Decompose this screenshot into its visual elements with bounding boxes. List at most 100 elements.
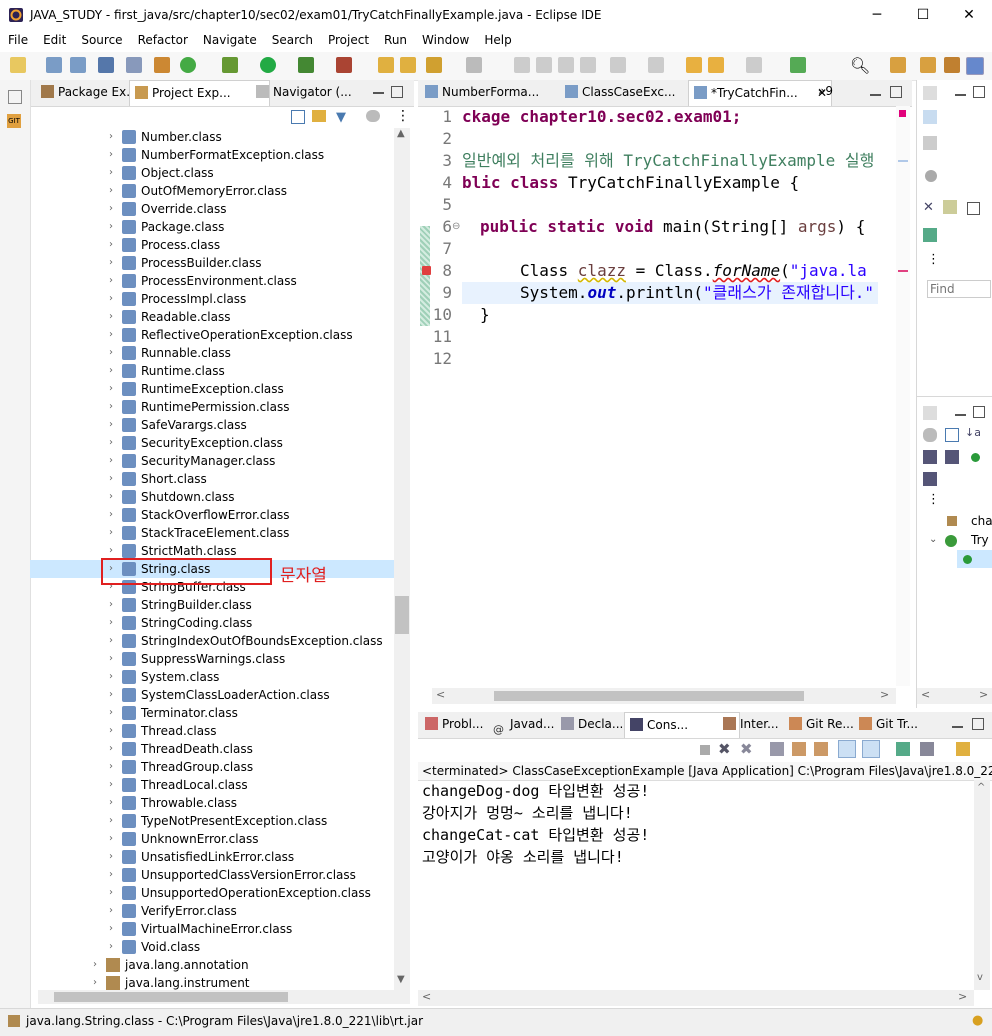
- expand-chevron-icon[interactable]: ›: [106, 830, 116, 848]
- link-icon[interactable]: [943, 200, 957, 214]
- terminal-icon[interactable]: [98, 57, 114, 73]
- tree-item-class[interactable]: › ProcessBuilder.class: [30, 254, 394, 272]
- console-vertical-scrollbar[interactable]: ^ v: [974, 780, 990, 990]
- expand-chevron-icon[interactable]: ›: [106, 200, 116, 218]
- selected-method-row[interactable]: [957, 550, 992, 568]
- expand-chevron-icon[interactable]: ›: [106, 848, 116, 866]
- expand-chevron-icon[interactable]: ›: [106, 632, 116, 650]
- tree-item-class[interactable]: › Runnable.class: [30, 344, 394, 362]
- new-task-icon[interactable]: [923, 110, 937, 124]
- tree-item-class[interactable]: › Runtime.class: [30, 362, 394, 380]
- link-with-editor-icon[interactable]: [312, 110, 326, 122]
- show-on-stderr-icon[interactable]: [862, 740, 880, 758]
- expand-chevron-icon[interactable]: ›: [106, 380, 116, 398]
- menu-help[interactable]: Help: [476, 30, 518, 52]
- block-icon[interactable]: [558, 57, 574, 73]
- tree-item-class[interactable]: › UnsupportedOperationException.class: [30, 884, 394, 902]
- remove-all-icon[interactable]: ✖: [740, 740, 753, 758]
- tree-item-class[interactable]: › ThreadGroup.class: [30, 758, 394, 776]
- expand-chevron-icon[interactable]: ›: [106, 254, 116, 272]
- tree-item-class[interactable]: › StringCoding.class: [30, 614, 394, 632]
- search-tool-icon[interactable]: [426, 57, 442, 73]
- menu-icon[interactable]: ⋮: [927, 252, 940, 267]
- forward-icon[interactable]: [746, 57, 762, 73]
- git-icon[interactable]: GIT: [7, 114, 21, 128]
- tree-item-class[interactable]: › SafeVarargs.class: [30, 416, 394, 434]
- git-status-icon[interactable]: [366, 110, 380, 122]
- hide-static-icon[interactable]: [945, 428, 959, 442]
- tree-item-class[interactable]: › VerifyError.class: [30, 902, 394, 920]
- expand-chevron-icon[interactable]: ›: [106, 146, 116, 164]
- expand-chevron-icon[interactable]: ›: [106, 182, 116, 200]
- pin-console-icon[interactable]: [896, 742, 910, 756]
- scroll-up-icon[interactable]: ▲: [397, 128, 405, 139]
- display-console-icon[interactable]: [920, 742, 934, 756]
- view-toggle-icon[interactable]: [967, 202, 980, 215]
- scroll-down-icon[interactable]: v: [977, 972, 983, 983]
- tree-item-class[interactable]: › ThreadDeath.class: [30, 740, 394, 758]
- tree-item-class[interactable]: › Throwable.class: [30, 794, 394, 812]
- outline-item-class[interactable]: Try: [971, 533, 989, 547]
- expand-chevron-icon[interactable]: ›: [106, 920, 116, 938]
- annotation-icon[interactable]: [466, 57, 482, 73]
- coverage-icon[interactable]: [298, 57, 314, 73]
- sort-icon[interactable]: ↓a: [965, 426, 981, 439]
- more-tabs-button[interactable]: »9: [818, 84, 833, 98]
- tree-item-package[interactable]: › java.lang.instrument: [30, 974, 394, 990]
- build-icon[interactable]: [154, 57, 170, 73]
- tree-item-class[interactable]: › Process.class: [30, 236, 394, 254]
- expand-chevron-icon[interactable]: ›: [106, 236, 116, 254]
- expand-chevron-icon[interactable]: ›: [106, 524, 116, 542]
- hide-fields-icon[interactable]: [923, 428, 937, 442]
- tree-item-class[interactable]: › RuntimeException.class: [30, 380, 394, 398]
- tree-item-class[interactable]: › Short.class: [30, 470, 394, 488]
- expand-chevron-icon[interactable]: ›: [106, 344, 116, 362]
- tree-item-class[interactable]: › Object.class: [30, 164, 394, 182]
- menu-search[interactable]: Search: [264, 30, 320, 52]
- tree-item-class[interactable]: › Shutdown.class: [30, 488, 394, 506]
- tree-item-class[interactable]: › System.class: [30, 668, 394, 686]
- word-wrap-icon[interactable]: [814, 742, 828, 756]
- tree-vertical-scrollbar[interactable]: ▲ ▼: [394, 128, 410, 990]
- java-ee-perspective-icon[interactable]: [920, 57, 936, 73]
- prev-annotation-icon[interactable]: [648, 57, 664, 73]
- tree-item-class[interactable]: › UnsatisfiedLinkError.class: [30, 848, 394, 866]
- tree-item-class[interactable]: › ReflectiveOperationException.class: [30, 326, 394, 344]
- menu-navigate[interactable]: Navigate: [195, 30, 264, 52]
- expand-chevron-icon[interactable]: ›: [106, 614, 116, 632]
- expand-chevron-icon[interactable]: ›: [106, 128, 116, 146]
- restore-icon[interactable]: [8, 90, 22, 104]
- tab-navigator[interactable]: Navigator (...: [251, 80, 373, 105]
- console-horizontal-scrollbar[interactable]: < >: [418, 990, 974, 1006]
- minimize-view-icon[interactable]: [952, 726, 963, 728]
- tree-item-class[interactable]: › Void.class: [30, 938, 394, 956]
- search-icon[interactable]: 🔍︎: [850, 56, 870, 75]
- scrollbar-thumb[interactable]: [395, 596, 409, 634]
- menu-refactor[interactable]: Refactor: [130, 30, 195, 52]
- maximize-view-icon[interactable]: [973, 86, 985, 98]
- expand-chevron-icon[interactable]: ›: [106, 398, 116, 416]
- editor-tab-trycatch[interactable]: *TryCatchFin... ✕: [688, 80, 832, 106]
- expand-chevron-icon[interactable]: ›: [106, 272, 116, 290]
- scroll-left-icon[interactable]: <: [436, 688, 445, 701]
- outline-h-scrollbar[interactable]: < >: [917, 688, 992, 704]
- scroll-right-icon[interactable]: >: [958, 990, 967, 1003]
- show-on-stdout-icon[interactable]: [838, 740, 856, 758]
- maximize-view-icon[interactable]: [391, 86, 403, 98]
- expand-chevron-icon[interactable]: ›: [106, 902, 116, 920]
- scroll-up-icon[interactable]: ^: [977, 782, 985, 793]
- expand-chevron-icon[interactable]: ›: [106, 650, 116, 668]
- toggle-icon[interactable]: [514, 57, 530, 73]
- back-icon[interactable]: [686, 57, 702, 73]
- tree-horizontal-scrollbar[interactable]: [38, 990, 410, 1004]
- view-menu-icon[interactable]: ⋮: [396, 108, 410, 124]
- expand-chevron-icon[interactable]: ›: [106, 434, 116, 452]
- expand-chevron-icon[interactable]: ›: [106, 704, 116, 722]
- error-overview-icon[interactable]: [899, 110, 906, 117]
- console-output[interactable]: changeDog-dog 타입변환 성공! 강아지가 멍멍~ 소리를 냅니다!…: [418, 780, 974, 990]
- tab-project-explorer[interactable]: Project Exp... ✕: [129, 80, 270, 106]
- tree-item-class[interactable]: › ProcessEnvironment.class: [30, 272, 394, 290]
- expand-chevron-icon[interactable]: ›: [106, 938, 116, 956]
- collapse-all-icon[interactable]: [291, 110, 305, 124]
- maximize-editor-icon[interactable]: [890, 86, 902, 98]
